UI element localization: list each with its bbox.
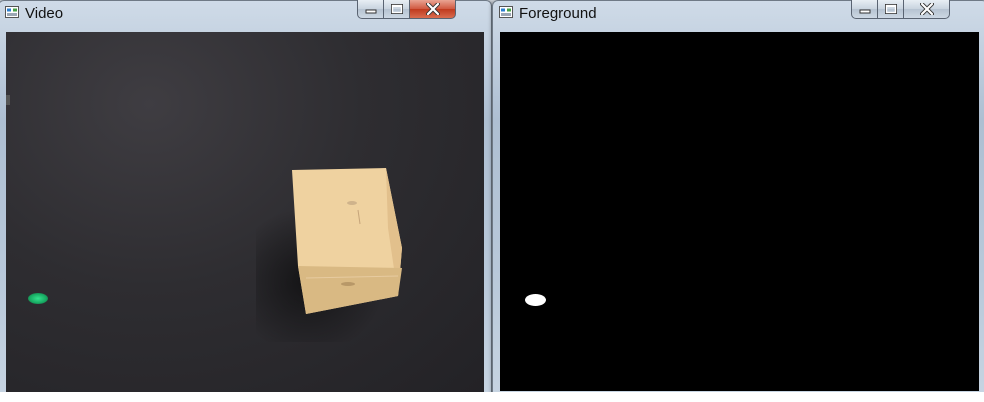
cardboard-box [292,168,402,314]
app-window-icon [5,6,19,18]
close-button[interactable] [904,0,950,19]
white-blob [525,294,546,306]
maximize-button[interactable] [878,0,904,19]
video-frame [6,32,484,392]
maximize-icon [884,4,897,14]
minimize-icon [859,9,870,14]
minimize-icon [365,9,376,14]
window-title: Video [25,5,64,22]
caption-buttons [357,0,456,20]
foreground-window[interactable]: Foreground [492,0,984,398]
desktop-strip [0,392,984,402]
app-window-icon [499,6,513,18]
video-window[interactable]: Video [0,0,492,398]
desktop: Video Foreground [0,0,984,402]
foreground-titlebar[interactable]: Foreground [493,0,984,25]
close-icon [919,3,934,15]
maximize-button[interactable] [384,0,410,19]
foreground-mask [500,32,979,391]
close-icon [425,3,440,15]
maximize-icon [390,4,403,14]
caption-buttons [851,0,950,20]
green-marker [28,293,48,304]
edge-artifact [6,95,10,105]
window-title: Foreground [519,5,597,22]
video-titlebar[interactable]: Video [0,0,491,25]
minimize-button[interactable] [851,0,878,19]
minimize-button[interactable] [357,0,384,19]
close-button[interactable] [410,0,456,19]
